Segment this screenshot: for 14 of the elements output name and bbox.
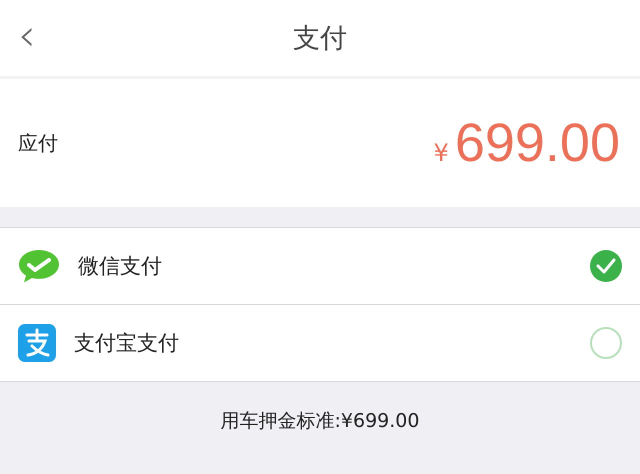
payment-label: 微信支付	[78, 253, 163, 280]
radio-button[interactable]	[590, 327, 622, 359]
selected-check-icon[interactable]	[590, 250, 622, 282]
deposit-note: 用车押金标准:¥699.00	[220, 409, 420, 434]
payment-app-icon	[18, 324, 56, 362]
payment-label: 支付宝支付	[74, 330, 180, 357]
payment-option[interactable]: 微信支付	[0, 228, 640, 304]
page-title: 支付	[293, 22, 347, 56]
currency-symbol: ¥	[434, 139, 449, 167]
payment-option[interactable]: 支付宝支付	[0, 304, 640, 381]
chat-bubble-icon	[18, 248, 60, 284]
amount-label: 应付	[18, 130, 58, 156]
amount-value: 699.00	[454, 112, 620, 174]
back-button[interactable]: ‹	[14, 14, 40, 58]
